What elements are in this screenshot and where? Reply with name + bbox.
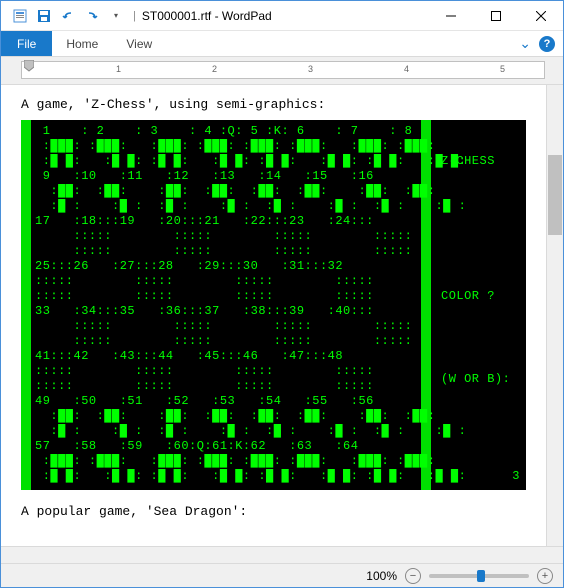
window-controls bbox=[428, 1, 563, 30]
view-tab[interactable]: View bbox=[112, 31, 166, 56]
close-button[interactable] bbox=[518, 1, 563, 30]
paragraph-2: A popular game, 'Sea Dragon': bbox=[21, 504, 538, 519]
save-icon[interactable] bbox=[33, 5, 55, 27]
redo-icon[interactable] bbox=[81, 5, 103, 27]
paragraph-1: A game, 'Z-Chess', using semi-graphics: bbox=[21, 97, 538, 112]
file-tab[interactable]: File bbox=[1, 31, 52, 56]
zoom-slider[interactable] bbox=[429, 574, 529, 578]
ribbon-tabs: File Home View ⌄ ? bbox=[1, 31, 563, 57]
horizontal-scrollbar[interactable] bbox=[1, 546, 563, 563]
chess-board-text: 1 : 2 : 3 : 4 :Q: 5 :K: 6 : 7 : 8 :███: … bbox=[35, 124, 415, 484]
ruler-marks: 1 2 3 4 5 bbox=[22, 62, 544, 78]
help-icon[interactable]: ? bbox=[539, 36, 555, 52]
zoom-level-text: 100% bbox=[366, 569, 397, 583]
content-area: A game, 'Z-Chess', using semi-graphics: … bbox=[1, 85, 563, 546]
vertical-scrollbar[interactable] bbox=[546, 85, 563, 546]
zoom-out-button[interactable]: − bbox=[405, 568, 421, 584]
title-separator: | bbox=[133, 10, 136, 22]
app-icon[interactable] bbox=[9, 5, 31, 27]
home-tab[interactable]: Home bbox=[52, 31, 112, 56]
undo-icon[interactable] bbox=[57, 5, 79, 27]
green-bar-left bbox=[21, 120, 31, 490]
status-bar: 100% − + bbox=[1, 563, 563, 587]
maximize-button[interactable] bbox=[473, 1, 518, 30]
title-bar: ▾ | ST000001.rtf - WordPad bbox=[1, 1, 563, 31]
quick-access-toolbar: ▾ bbox=[9, 5, 127, 27]
page-indicator: 3 bbox=[512, 469, 520, 484]
game-side-text: Z-CHESS COLOR ? (W OR B): bbox=[441, 124, 510, 417]
window-title: ST000001.rtf - WordPad bbox=[142, 9, 272, 23]
zoom-slider-thumb[interactable] bbox=[477, 570, 485, 582]
ribbon-expand-icon[interactable]: ⌄ bbox=[519, 35, 531, 52]
embedded-image-zchess: 1 : 2 : 3 : 4 :Q: 5 :K: 6 : 7 : 8 :███: … bbox=[21, 120, 526, 490]
ruler[interactable]: 1 2 3 4 5 bbox=[21, 61, 545, 79]
minimize-button[interactable] bbox=[428, 1, 473, 30]
qat-customize-dropdown[interactable]: ▾ bbox=[105, 5, 127, 27]
zoom-in-button[interactable]: + bbox=[537, 568, 553, 584]
scroll-thumb[interactable] bbox=[548, 155, 562, 235]
ruler-area: 1 2 3 4 5 bbox=[1, 57, 563, 85]
document-canvas[interactable]: A game, 'Z-Chess', using semi-graphics: … bbox=[1, 85, 546, 546]
